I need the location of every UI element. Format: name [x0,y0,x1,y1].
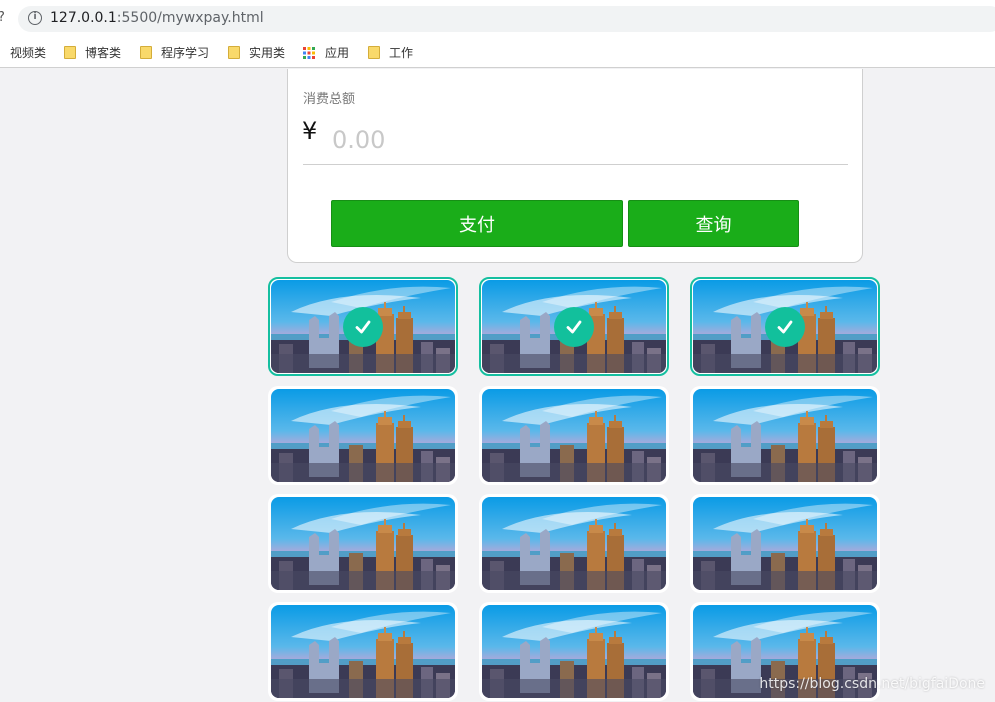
image-tile[interactable] [268,277,458,376]
folder-icon [64,46,76,59]
checkmark-icon [765,306,805,347]
image-tile[interactable] [479,602,669,701]
image-tile[interactable] [268,602,458,701]
city-skyline-image [693,497,877,590]
city-skyline-image [482,497,666,590]
folder-icon [228,46,240,59]
bookmark-videos[interactable]: 视频类 [10,44,46,61]
bookmark-programming[interactable]: 程序学习 [140,44,209,61]
image-tile[interactable] [479,386,669,485]
city-skyline-image [271,389,455,482]
folder-icon [140,46,152,59]
image-tile[interactable] [268,386,458,485]
tab-edge: ? [0,10,5,25]
watermark: https://blog.csdn.net/bigfaiDone [759,676,985,692]
query-button[interactable]: 查询 [628,200,799,247]
bookmark-apps[interactable]: 应用 [303,44,349,61]
apps-icon [303,46,315,59]
city-skyline-image [482,605,666,698]
payment-card: 消费总额 ¥ 支付 查询 [287,69,863,263]
bookmark-blogs[interactable]: 博客类 [64,44,121,61]
city-skyline-image [482,389,666,482]
image-tile[interactable] [479,494,669,593]
city-skyline-image [693,389,877,482]
folder-icon [368,46,380,59]
image-tile[interactable] [268,494,458,593]
info-icon[interactable]: i [28,11,42,25]
image-tile[interactable] [690,386,880,485]
amount-input[interactable] [332,126,832,154]
city-skyline-image [271,605,455,698]
page-content: 消费总额 ¥ 支付 查询 [255,69,894,702]
url-text[interactable]: 127.0.0.1:5500/mywxpay.html [50,10,264,26]
url-field[interactable]: i 127.0.0.1:5500/mywxpay.html [18,6,995,32]
currency-symbol: ¥ [302,117,318,145]
address-bar: ? i 127.0.0.1:5500/mywxpay.html [0,0,995,36]
bookmarks-bar: 视频类 博客类 程序学习 实用类 应用 工作 [0,36,995,68]
city-skyline-image [271,497,455,590]
image-tile[interactable] [479,277,669,376]
image-tile[interactable] [690,277,880,376]
bookmark-utilities[interactable]: 实用类 [228,44,285,61]
bookmark-work[interactable]: 工作 [368,44,413,61]
checkmark-icon [343,306,383,347]
amount-underline [303,164,848,165]
amount-label: 消费总额 [303,92,356,107]
image-tile[interactable] [690,494,880,593]
pay-button[interactable]: 支付 [331,200,623,247]
checkmark-icon [554,306,594,347]
